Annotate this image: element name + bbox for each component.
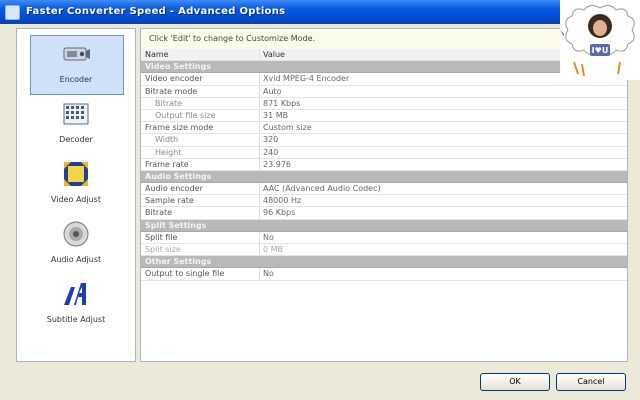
property-value[interactable]: Xvid MPEG-4 Encoder	[263, 74, 349, 83]
property-name: Bitrate mode	[145, 86, 198, 96]
sidebar-item-label: Encoder	[59, 75, 93, 84]
property-name: Output file size	[155, 110, 216, 120]
property-row[interactable]: Split file No	[141, 231, 627, 244]
property-row[interactable]: Frame rate 23.976	[141, 158, 627, 171]
property-name: Video encoder	[145, 74, 203, 84]
section-title: Video Settings	[145, 62, 211, 72]
decoder-icon	[63, 103, 89, 125]
property-row[interactable]: Bitrate mode Auto	[141, 85, 627, 98]
section-row: Other Settings	[141, 256, 627, 269]
property-row[interactable]: Audio encoder AAC (Advanced Audio Codec)	[141, 183, 627, 196]
section-title: Audio Settings	[145, 171, 212, 181]
section-row: Audio Settings	[141, 170, 627, 184]
settings-panel: Click 'Edit' to change to Customize Mode…	[140, 28, 628, 362]
column-header-name: Name	[145, 50, 169, 59]
property-row[interactable]: Output to single file No	[141, 268, 627, 281]
sidebar-item-label: Decoder	[59, 135, 93, 144]
property-name: Height	[155, 147, 182, 157]
video-adjust-icon	[64, 162, 88, 186]
svg-text:I♥U: I♥U	[592, 46, 609, 55]
app-icon	[5, 5, 20, 20]
property-row[interactable]: Bitrate 96 Kbps	[141, 207, 627, 220]
i-love-u-logo: I♥U	[560, 0, 640, 80]
sidebar-item-subtitle-adjust[interactable]: Subtitle Adjust	[17, 273, 135, 331]
property-value[interactable]: No	[263, 269, 274, 278]
property-name: Bitrate	[155, 98, 183, 108]
sidebar-item-video-adjust[interactable]: Video Adjust	[17, 153, 135, 211]
property-name: Split size	[145, 245, 181, 254]
title-bar[interactable]: Faster Converter Speed - Advanced Option…	[0, 0, 640, 24]
property-name: Audio encoder	[145, 184, 203, 194]
sidebar-item-label: Audio Adjust	[50, 255, 102, 264]
sidebar-item-label: Video Adjust	[51, 195, 101, 204]
section-row: Video Settings	[141, 61, 627, 74]
property-value[interactable]: Auto	[263, 87, 282, 96]
property-value[interactable]: 871 Kbps	[263, 99, 300, 108]
sidebar-item-decoder[interactable]: Decoder	[17, 93, 135, 151]
cancel-button[interactable]: Cancel	[556, 373, 626, 391]
property-value[interactable]: 48000 Hz	[263, 196, 301, 205]
property-name: Output to single file	[145, 269, 225, 279]
window-title: Faster Converter Speed - Advanced Option…	[26, 6, 286, 17]
property-value[interactable]: AAC (Advanced Audio Codec)	[263, 184, 381, 193]
property-name: Sample rate	[145, 196, 194, 206]
property-row[interactable]: Height 240	[141, 146, 627, 159]
category-sidebar: Encoder Decoder Video Adjust Audio Adjus…	[16, 28, 136, 362]
audio-adjust-icon	[63, 221, 89, 247]
property-value[interactable]: Custom size	[263, 123, 312, 132]
property-row[interactable]: Video encoder Xvid MPEG-4 Encoder	[141, 73, 627, 86]
grid-header: Name Value	[141, 49, 627, 62]
property-name: Frame size mode	[145, 123, 214, 133]
property-name: Split file	[145, 232, 178, 242]
property-row[interactable]: Bitrate 871 Kbps	[141, 97, 627, 110]
property-value[interactable]: 0 MB	[263, 245, 283, 254]
info-bar: Click 'Edit' to change to Customize Mode…	[141, 29, 627, 50]
property-row[interactable]: Frame size mode Custom size	[141, 122, 627, 135]
property-grid: Name Value Video Settings Video encoder Xv…	[141, 49, 627, 281]
column-header-value: Value	[263, 50, 285, 59]
property-name: Width	[155, 135, 179, 145]
property-row[interactable]: Output file size 31 MB	[141, 109, 627, 123]
property-value[interactable]: 23.976	[263, 160, 291, 169]
mode-hint: Click 'Edit' to change to Customize Mode…	[149, 34, 316, 43]
property-row[interactable]: Width 320	[141, 134, 627, 147]
ok-button[interactable]: OK	[480, 373, 550, 391]
subtitle-adjust-icon	[64, 283, 86, 305]
property-value[interactable]: 240	[263, 148, 278, 157]
property-value[interactable]: 320	[263, 135, 278, 144]
sidebar-item-encoder[interactable]: Encoder	[17, 33, 135, 95]
section-row: Split Settings	[141, 219, 627, 232]
encoder-icon	[63, 47, 90, 61]
property-value[interactable]: 31 MB	[263, 111, 288, 120]
property-name: Bitrate	[145, 208, 173, 218]
advanced-options-window: Faster Converter Speed - Advanced Option…	[0, 0, 640, 400]
property-name: Frame rate	[145, 159, 189, 169]
sidebar-item-audio-adjust[interactable]: Audio Adjust	[17, 213, 135, 271]
section-title: Split Settings	[145, 220, 207, 230]
section-title: Other Settings	[145, 257, 212, 267]
sidebar-item-label: Subtitle Adjust	[46, 315, 106, 324]
property-row[interactable]: Sample rate 48000 Hz	[141, 195, 627, 208]
property-row[interactable]: Split size 0 MB	[141, 244, 627, 257]
property-value[interactable]: 96 Kbps	[263, 208, 295, 217]
property-value[interactable]: No	[263, 233, 274, 242]
